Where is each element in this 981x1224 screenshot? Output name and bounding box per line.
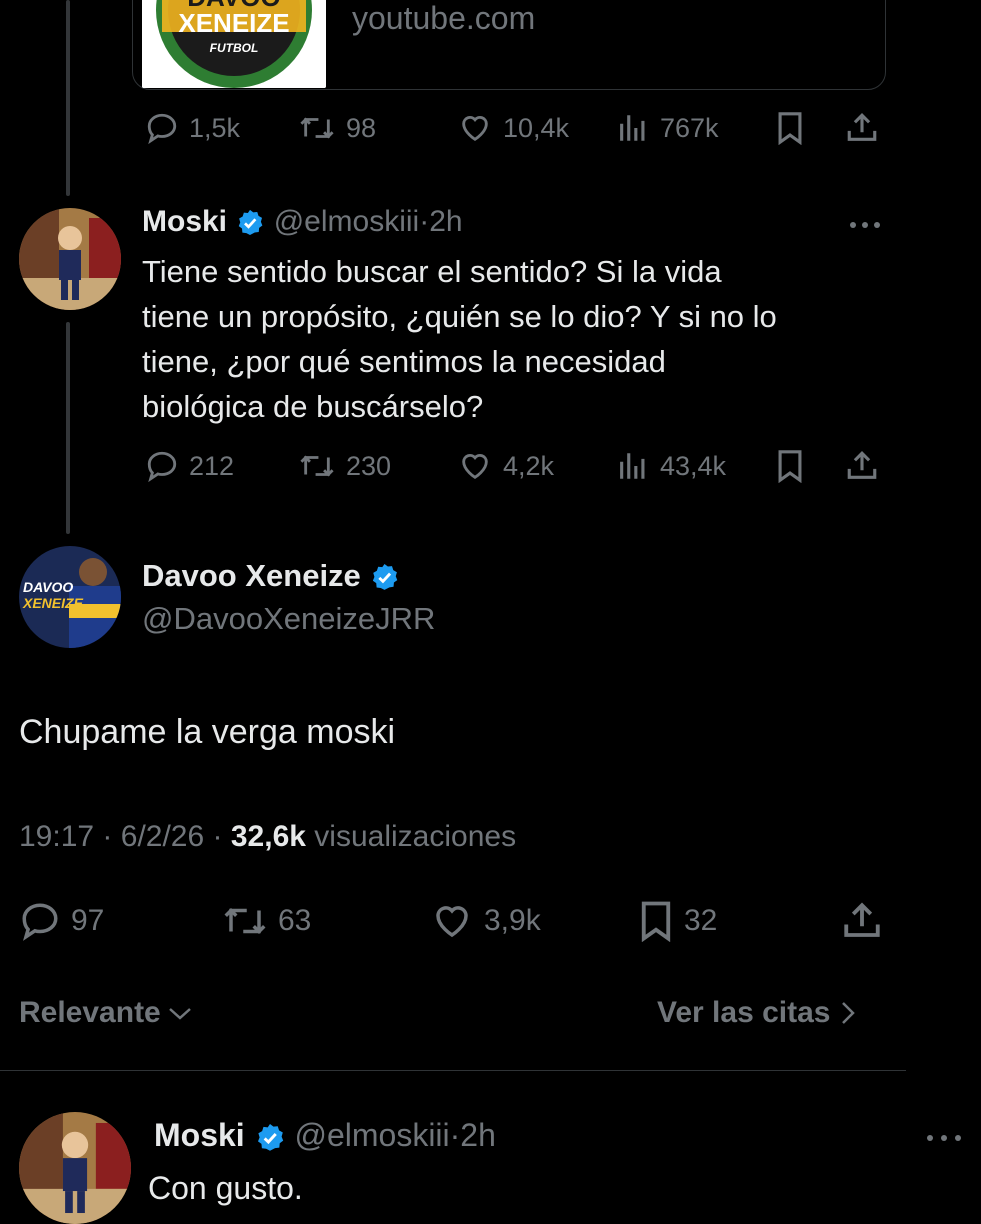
reply-icon <box>22 903 58 941</box>
view-quotes-label: Ver las citas <box>657 996 831 1029</box>
avatar-davoo[interactable]: DAVOO XENEIZE <box>19 546 121 648</box>
reply-count: 212 <box>189 450 235 481</box>
retweet-count: 63 <box>278 904 312 937</box>
like-button[interactable]: 3,9k <box>430 900 541 942</box>
reply1-text-line: Tiene sentido buscar el sentido? Si la v… <box>142 254 722 289</box>
heart-icon <box>462 116 488 142</box>
reply1-text-line: tiene un propósito, ¿quién se lo dio? Y … <box>142 299 777 334</box>
like-count: 4,2k <box>503 450 555 481</box>
retweet-button[interactable]: 98 <box>298 111 376 145</box>
reply1-text-line: tiene, ¿por qué sentimos la necesidad <box>142 344 666 379</box>
main-views-count: 32,6k <box>230 820 306 853</box>
analytics-icon <box>620 453 645 479</box>
heart-icon <box>436 906 468 938</box>
avatar-moski[interactable] <box>19 1112 131 1224</box>
main-handle[interactable]: @DavooXeneizeJRR <box>142 601 435 637</box>
share-button[interactable] <box>845 449 879 483</box>
bookmark-count: 32 <box>684 904 718 937</box>
more-options-icon[interactable] <box>848 218 882 230</box>
reply1-time[interactable]: 2h <box>429 205 462 238</box>
reply-button[interactable]: 97 <box>19 900 104 942</box>
bookmark-button[interactable] <box>775 449 805 483</box>
sort-dropdown[interactable]: Relevante <box>19 996 193 1030</box>
retweet-icon <box>300 455 334 477</box>
retweet-icon <box>300 117 334 139</box>
davoo-avatar-text-2: XENEIZE <box>22 595 84 611</box>
bookmark-icon <box>641 901 671 942</box>
thumb-text-2: XENEIZE <box>178 8 289 38</box>
link-card-domain: youtube.com <box>352 0 536 36</box>
views-count: 43,4k <box>660 450 727 481</box>
reply-count: 1,5k <box>189 112 241 143</box>
reply1-handle[interactable]: @elmoskiii <box>274 205 419 238</box>
like-button[interactable]: 10,4k <box>457 111 569 145</box>
verified-badge-icon <box>239 209 263 236</box>
reply-count: 97 <box>71 904 105 937</box>
section-divider <box>0 1070 906 1071</box>
reply1-text-line: biológica de buscárselo? <box>142 389 484 424</box>
reply2-header: Moski @elmoskiii·2h <box>154 1117 496 1154</box>
thread-line-bottom <box>66 322 70 534</box>
chevron-right-icon <box>842 1002 856 1024</box>
link-card-thumbnail: DAVOO XENEIZE FUTBOL <box>142 0 326 88</box>
share-button[interactable] <box>845 111 879 145</box>
reply1-name[interactable]: Moski <box>142 205 227 238</box>
reply1-text: Tiene sentido buscar el sentido? Si la v… <box>142 249 902 429</box>
retweet-icon <box>224 908 266 934</box>
reply-icon <box>147 113 177 145</box>
bookmark-button[interactable] <box>775 111 805 145</box>
main-name-row: Davoo Xeneize <box>142 558 400 594</box>
reply2-separator: · <box>449 1117 461 1153</box>
reply-button[interactable]: 1,5k <box>145 111 240 145</box>
main-meta: 19:17 · 6/2/26 · 32,6k visualizaciones <box>19 820 516 854</box>
main-date[interactable]: 6/2/26 <box>121 820 204 853</box>
retweet-count: 230 <box>346 450 392 481</box>
share-icon <box>844 902 880 937</box>
like-count: 3,9k <box>484 904 541 937</box>
reply1-separator: · <box>419 205 430 238</box>
retweet-button[interactable]: 63 <box>222 900 311 942</box>
main-meta-separator: · <box>102 820 113 853</box>
view-quotes-link[interactable]: Ver las citas <box>657 996 856 1030</box>
views-button[interactable]: 43,4k <box>616 449 726 483</box>
verified-badge-icon <box>257 1123 283 1151</box>
reply-button[interactable]: 212 <box>145 449 234 483</box>
like-count: 10,4k <box>503 112 570 143</box>
share-icon <box>847 451 877 479</box>
avatar-moski[interactable] <box>19 208 121 310</box>
thumb-text-3: FUTBOL <box>210 41 259 55</box>
views-count: 767k <box>660 112 719 143</box>
bookmark-button[interactable]: 32 <box>638 900 717 942</box>
davoo-avatar-text-1: DAVOO <box>23 579 73 595</box>
main-name[interactable]: Davoo Xeneize <box>142 558 361 593</box>
analytics-icon <box>620 115 645 141</box>
sort-label: Relevante <box>19 996 161 1029</box>
heart-icon <box>462 454 488 480</box>
verified-badge-icon <box>373 564 398 591</box>
reply-icon <box>147 451 177 483</box>
main-tweet-text: Chupame la verga moski <box>19 713 396 751</box>
reply1-header: Moski @elmoskiii·2h <box>142 205 463 239</box>
reply2-name[interactable]: Moski <box>154 1117 245 1153</box>
reply2-text: Con gusto. <box>148 1170 303 1206</box>
bookmark-icon <box>778 112 802 145</box>
reply2-time[interactable]: 2h <box>460 1117 496 1153</box>
retweet-button[interactable]: 230 <box>298 449 391 483</box>
retweet-count: 98 <box>346 112 377 143</box>
reply2-handle[interactable]: @elmoskiii <box>294 1117 449 1153</box>
main-views-label: visualizaciones <box>314 820 517 853</box>
more-options-icon[interactable] <box>925 1131 963 1143</box>
chevron-down-icon <box>168 1008 191 1020</box>
main-meta-separator: · <box>212 820 223 853</box>
like-button[interactable]: 4,2k <box>457 449 554 483</box>
share-button[interactable] <box>841 900 883 942</box>
views-button[interactable]: 767k <box>616 111 719 145</box>
main-time[interactable]: 19:17 <box>19 820 94 853</box>
thread-line-top <box>66 0 70 196</box>
share-icon <box>847 113 877 141</box>
bookmark-icon <box>778 450 802 483</box>
